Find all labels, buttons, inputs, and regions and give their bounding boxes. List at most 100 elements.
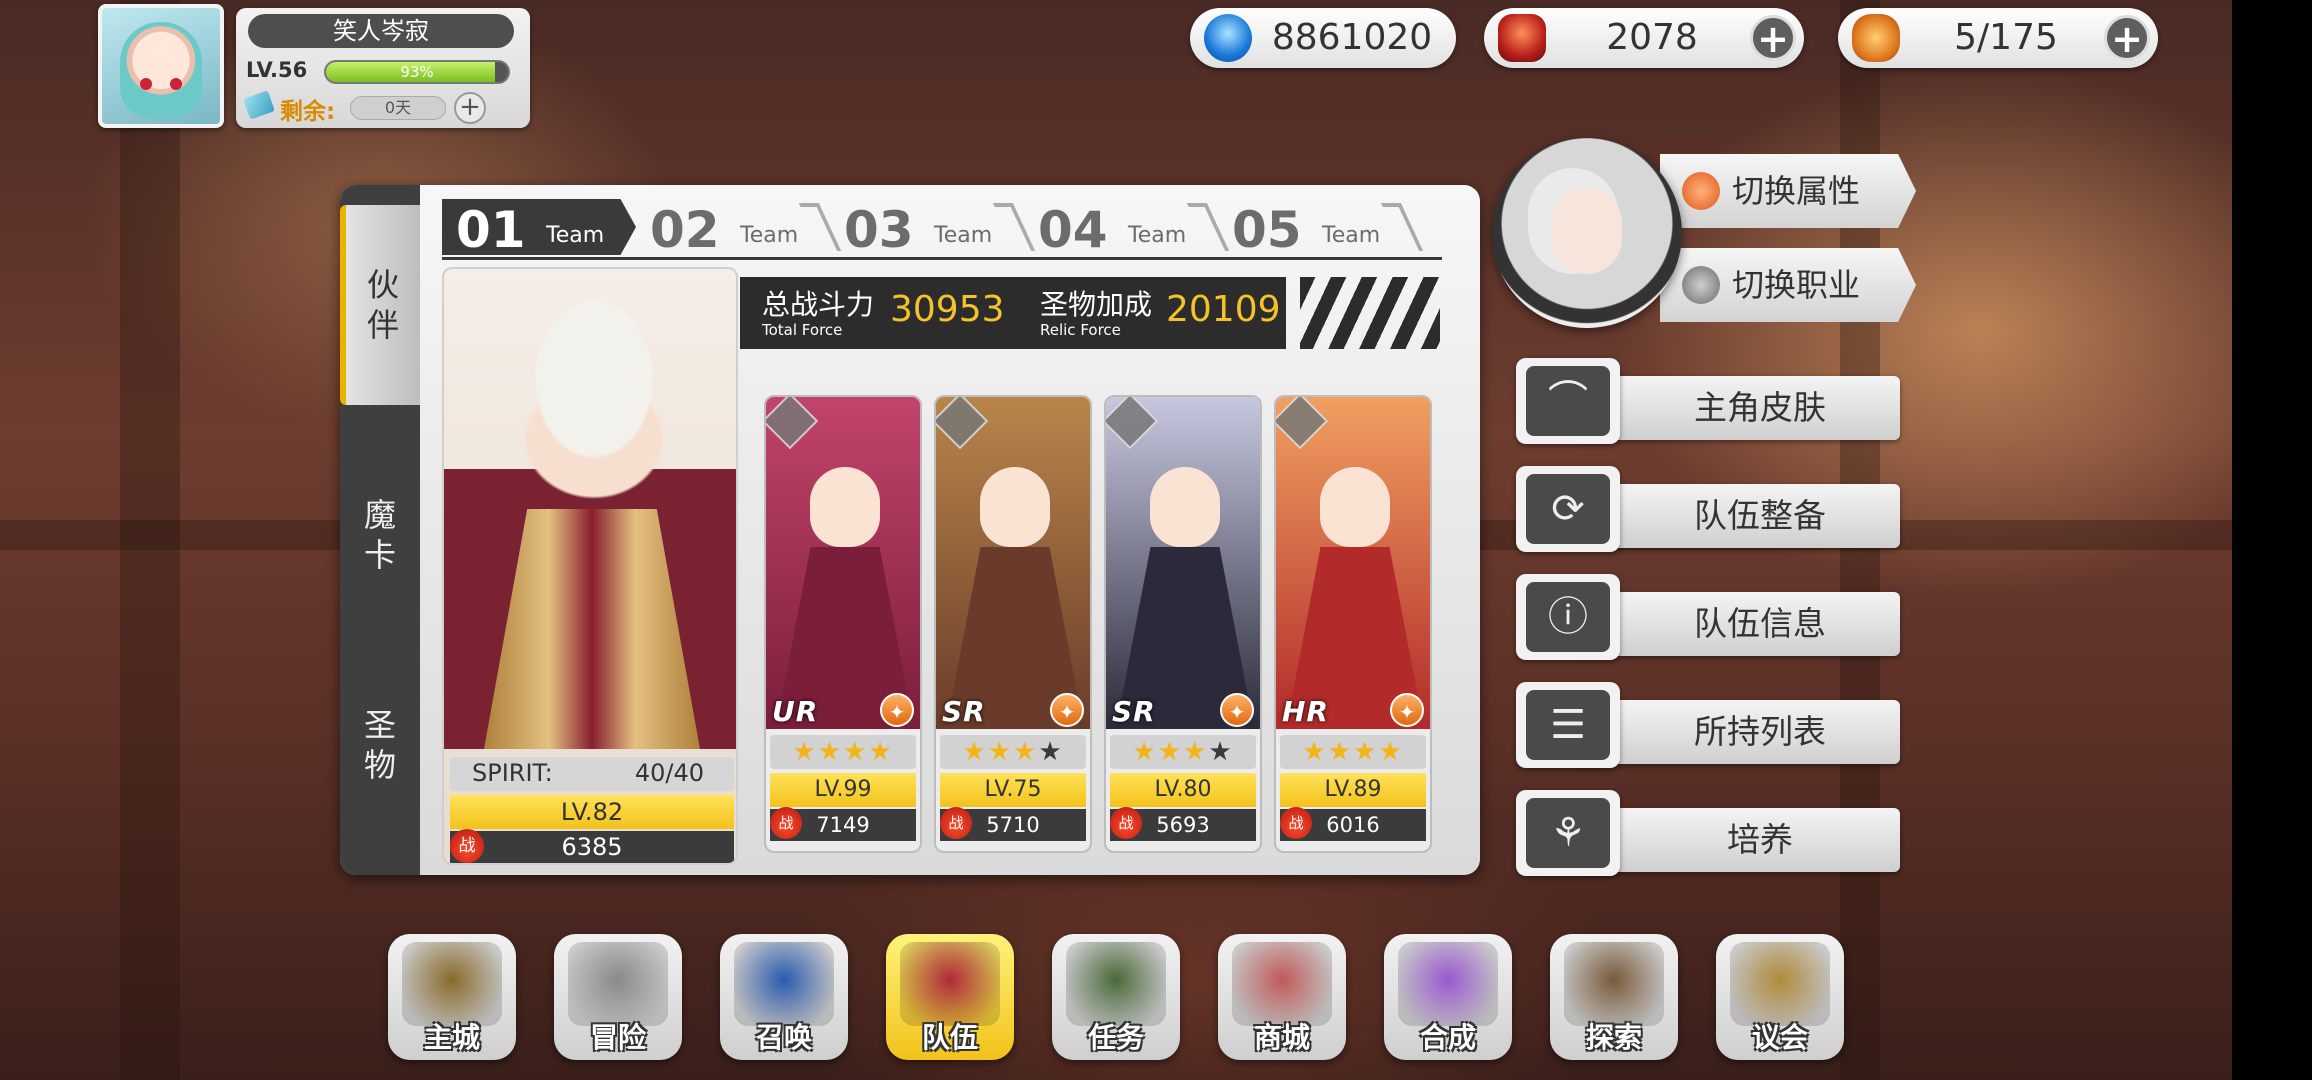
hero-card[interactable]: SR ✦ ★★★★ LV.80 5693 战 [1104, 395, 1262, 853]
nav-item[interactable]: 任务 [1052, 934, 1180, 1060]
nav-item[interactable]: 队伍 [886, 934, 1014, 1060]
cross-class-icon: ✦ [1050, 693, 1084, 727]
buy-stamina-button[interactable]: + [2104, 15, 2150, 61]
list-icon: ☰ [1526, 690, 1610, 760]
bottom-nav: 主城 冒险 召唤 队伍 任务 商城 合成 探索 议会 [388, 934, 1848, 1064]
hero-level: LV.89 [1280, 773, 1426, 807]
menu-button[interactable]: ⌒ 主角皮肤 [1516, 354, 1900, 444]
menu-button-label: 主角皮肤 [1694, 388, 1826, 427]
tab-magic-cards[interactable]: 魔 卡 [340, 455, 420, 635]
hero-card[interactable]: HR ✦ ★★★★ LV.89 6016 战 [1274, 395, 1432, 853]
rarity-badge: SR [942, 695, 986, 728]
team-label: Team [740, 223, 799, 248]
currency-stamina-value: 5/175 [1954, 17, 2058, 58]
team-number: 01 [456, 201, 526, 259]
player-profile[interactable]: 笑人岑寂 LV.56 93% 剩余: 0天 + [98, 4, 530, 128]
nav-item-label: 主城 [423, 1021, 480, 1054]
bow-class-icon: ✦ [880, 693, 914, 727]
tab-team-04[interactable]: 04 Team [1024, 199, 1230, 259]
quest-book-icon [1066, 942, 1166, 1026]
shop-tree-icon [1232, 942, 1332, 1026]
tab-relics[interactable]: 圣 物 [340, 665, 420, 845]
class-swap-icon [1682, 266, 1720, 304]
nav-item[interactable]: 冒险 [554, 934, 682, 1060]
team-tabs-underline [442, 257, 1442, 260]
nav-item-label: 议会 [1751, 1021, 1808, 1054]
nav-item[interactable]: 召唤 [720, 934, 848, 1060]
tab-partners[interactable]: 伙 伴 [340, 205, 420, 405]
currency-ruby-value: 2078 [1606, 17, 1698, 58]
fire-power-icon: 战 [770, 807, 802, 839]
menu-button[interactable]: ⓘ 队伍信息 [1516, 570, 1900, 660]
ticket-icon [243, 90, 275, 120]
leader-card[interactable]: SPIRIT: 40/40 LV.82 6385 战 [442, 267, 738, 865]
nav-item[interactable]: 议会 [1716, 934, 1844, 1060]
menu-button[interactable]: ⚘ 培养 [1516, 786, 1900, 876]
hero-card[interactable]: UR ✦ ★★★★ LV.99 7149 战 [764, 395, 922, 853]
nav-item-label: 冒险 [589, 1021, 646, 1054]
letterbox-bar [2232, 0, 2312, 1080]
hotdog-icon [1852, 14, 1900, 62]
shield-class-icon: ✦ [1220, 693, 1254, 727]
menu-button[interactable]: ⟳ 队伍整备 [1516, 462, 1900, 552]
force-bar: 总战斗力 Total Force 30953 圣物加成 Relic Force … [740, 277, 1440, 349]
switch-attribute-label: 切换属性 [1732, 172, 1861, 210]
tab-team-01[interactable]: 01 Team [442, 199, 636, 255]
nav-item[interactable]: 合成 [1384, 934, 1512, 1060]
nav-item-label: 合成 [1419, 1021, 1476, 1054]
leader-portrait [444, 269, 736, 749]
shovel-icon [1564, 942, 1664, 1026]
side-tab-bar: 伙 伴 魔 卡 圣 物 [340, 185, 420, 875]
team-number: 05 [1232, 201, 1302, 259]
remain-label: 剩余: [280, 99, 336, 125]
star-rating: ★★★★ [1110, 735, 1256, 769]
menu-button-label: 所持列表 [1694, 712, 1826, 751]
team-tabs: 01 Team 02 Team 03 Team 04 Team 05 Team [442, 199, 1462, 259]
add-days-button[interactable]: + [454, 92, 486, 124]
spirit-value: 40/40 [634, 759, 704, 787]
team-emblem-icon [900, 942, 1000, 1026]
currency-ruby[interactable]: 2078 + [1484, 8, 1804, 68]
player-avatar[interactable] [98, 4, 224, 128]
tab-team-03[interactable]: 03 Team [830, 199, 1036, 259]
star-rating: ★★★★ [940, 735, 1086, 769]
hanger-icon: ⌒ [1526, 366, 1610, 436]
menu-button[interactable]: ☰ 所持列表 [1516, 678, 1900, 768]
switch-class-button[interactable]: 切换职业 [1660, 248, 1916, 322]
leader-power: 6385 [450, 831, 734, 863]
switch-attribute-button[interactable]: 切换属性 [1660, 154, 1916, 228]
potion-icon [1398, 942, 1498, 1026]
relic-force-sub: Relic Force [1040, 321, 1121, 339]
crossed-swords-icon [568, 942, 668, 1026]
nav-item-label: 商城 [1253, 1021, 1310, 1054]
fire-attribute-icon [1682, 172, 1720, 210]
blue-crystal-icon [1204, 14, 1252, 62]
hero-card[interactable]: SR ✦ ★★★★ LV.75 5710 战 [934, 395, 1092, 853]
fire-power-icon: 战 [1280, 807, 1312, 839]
currency-crystal[interactable]: 8861020 [1190, 8, 1456, 68]
nav-item[interactable]: 探索 [1550, 934, 1678, 1060]
buy-ruby-button[interactable]: + [1750, 15, 1796, 61]
rarity-badge: UR [772, 695, 819, 728]
tab-team-02[interactable]: 02 Team [636, 199, 842, 259]
hero-level: LV.75 [940, 773, 1086, 807]
hero-level: LV.99 [770, 773, 916, 807]
team-number: 03 [844, 201, 914, 259]
council-chest-icon [1730, 942, 1830, 1026]
tab-team-05[interactable]: 05 Team [1218, 199, 1424, 259]
nav-item[interactable]: 主城 [388, 934, 516, 1060]
xp-bar: 93% [324, 60, 510, 84]
nav-item[interactable]: 商城 [1218, 934, 1346, 1060]
nav-item-label: 召唤 [755, 1021, 812, 1054]
fire-power-icon: 战 [1110, 807, 1142, 839]
menu-button-label: 队伍整备 [1694, 496, 1826, 535]
player-info-panel: 笑人岑寂 LV.56 93% 剩余: 0天 + [236, 8, 530, 128]
remain-days: 0天 [350, 96, 446, 120]
nav-item-label: 任务 [1087, 1021, 1144, 1054]
main-hero-portrait[interactable] [1492, 138, 1682, 328]
refresh-icon: ⟳ [1526, 474, 1610, 544]
rarity-badge: HR [1282, 695, 1329, 728]
currency-stamina[interactable]: 5/175 + [1838, 8, 2158, 68]
xp-percent: 93% [400, 63, 434, 81]
rarity-badge: SR [1112, 695, 1156, 728]
